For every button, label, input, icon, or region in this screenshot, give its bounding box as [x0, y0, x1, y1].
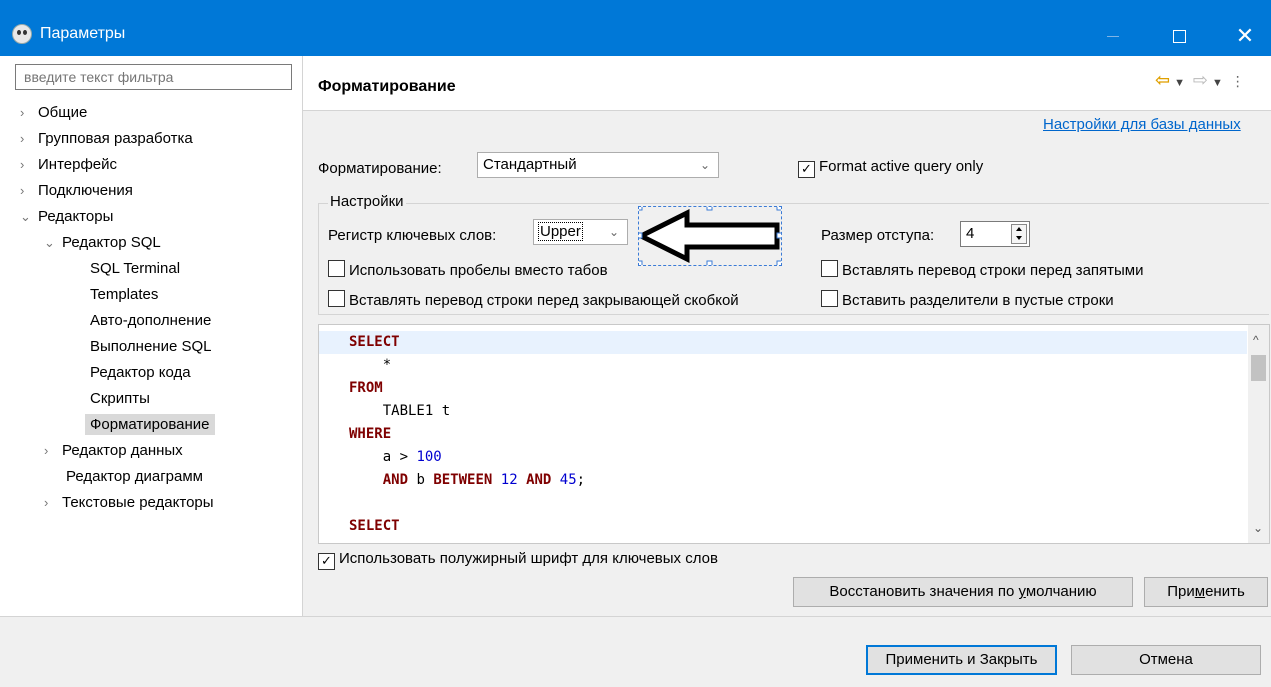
- code-line: SELECT: [349, 518, 400, 534]
- formatter-label: Форматирование:: [318, 160, 442, 177]
- code-line: a > 100: [349, 449, 442, 465]
- forward-dropdown-icon[interactable]: ▼: [1212, 77, 1223, 89]
- keyword-case-value: Upper: [538, 222, 583, 241]
- dialog-footer: Применить и Закрыть Отмена: [0, 616, 1271, 687]
- tree-item-sql-terminal[interactable]: SQL Terminal: [90, 256, 180, 282]
- code-line: SELECT: [349, 334, 400, 350]
- spinner-arrows-icon[interactable]: [1011, 224, 1027, 244]
- minimize-button[interactable]: [1090, 16, 1136, 56]
- tree-item-text-editors[interactable]: › Текстовые редакторы: [44, 490, 214, 516]
- view-menu-icon[interactable]: ⋮: [1231, 73, 1245, 90]
- code-line: *: [349, 357, 392, 373]
- indent-size-label: Размер отступа:: [821, 227, 935, 244]
- formatter-value: Стандартный: [483, 156, 577, 173]
- current-line-highlight: [319, 331, 1247, 354]
- newline-before-bracket-checkbox[interactable]: Вставлять перевод строки перед закрывающ…: [328, 290, 739, 309]
- code-line: FROM: [349, 380, 383, 396]
- forward-icon[interactable]: ⇨: [1193, 70, 1208, 91]
- keyword-case-label: Регистр ключевых слов:: [328, 227, 497, 244]
- code-line: TABLE1 t: [349, 403, 451, 419]
- apply-button[interactable]: Применить: [1144, 577, 1268, 607]
- chevron-down-icon: ⌄: [699, 158, 710, 172]
- apply-and-close-button[interactable]: Применить и Закрыть: [866, 645, 1057, 675]
- tree-item-sql-editor[interactable]: ⌄ Редактор SQL: [44, 230, 161, 256]
- check-icon: ✓: [318, 553, 335, 570]
- chevron-right-icon[interactable]: ›: [20, 178, 38, 204]
- tree-item-sql-execution[interactable]: Выполнение SQL: [90, 334, 212, 360]
- arrow-annotation: [635, 204, 783, 267]
- chevron-right-icon[interactable]: ›: [44, 490, 62, 516]
- scroll-down-icon[interactable]: ⌄: [1253, 521, 1263, 535]
- insert-separators-checkbox[interactable]: Вставить разделители в пустые строки: [821, 290, 1114, 309]
- indent-size-value: 4: [966, 225, 975, 242]
- tree-item-editors[interactable]: ⌄ Редакторы: [20, 204, 113, 230]
- scroll-up-icon[interactable]: ^: [1253, 333, 1259, 347]
- editor-scrollbar[interactable]: ^ ⌄: [1248, 325, 1269, 543]
- tree-item-data-editor[interactable]: › Редактор данных: [44, 438, 183, 464]
- page-header: Форматирование ⇦ ▼ ⇨ ▼ ⋮: [303, 56, 1271, 111]
- preferences-page: Форматирование ⇦ ▼ ⇨ ▼ ⋮ Настройки для баз…: [303, 56, 1271, 616]
- indent-size-spinner[interactable]: 4: [960, 221, 1030, 247]
- cancel-button[interactable]: Отмена: [1071, 645, 1261, 675]
- tree-item-team[interactable]: › Групповая разработка: [20, 126, 193, 152]
- chevron-down-icon[interactable]: ⌄: [44, 230, 62, 256]
- tree-item-diagram-editor[interactable]: Редактор диаграмм: [66, 464, 203, 490]
- chevron-right-icon[interactable]: ›: [44, 438, 62, 464]
- page-title: Форматирование: [318, 78, 456, 95]
- chevron-down-icon: ⌄: [608, 225, 619, 239]
- back-dropdown-icon[interactable]: ▼: [1174, 77, 1185, 89]
- tree-item-autocomplete[interactable]: Авто-дополнение: [90, 308, 211, 334]
- chevron-down-icon[interactable]: ⌄: [20, 204, 38, 230]
- preferences-sidebar: ›Общие ›Групповая разработка ›Интерфейс …: [0, 56, 303, 616]
- check-icon: ✓: [798, 161, 815, 178]
- tree-item-general[interactable]: › Общие: [20, 100, 87, 126]
- bold-keywords-checkbox[interactable]: ✓ Использовать полужирный шрифт для ключе…: [318, 550, 718, 570]
- app-icon: [12, 24, 32, 44]
- chevron-right-icon[interactable]: ›: [20, 126, 38, 152]
- formatter-select[interactable]: Стандартный ⌄: [477, 152, 719, 178]
- filter-input[interactable]: [15, 64, 292, 90]
- keyword-case-select[interactable]: Upper ⌄: [533, 219, 628, 245]
- left-arrow-icon: [635, 204, 783, 267]
- db-settings-link[interactable]: Настройки для базы данных: [1043, 116, 1241, 133]
- tree-item-templates[interactable]: Templates: [90, 282, 158, 308]
- history-nav: ⇦ ▼ ⇨ ▼ ⋮: [1155, 70, 1249, 91]
- chevron-right-icon[interactable]: ›: [20, 152, 38, 178]
- newline-before-comma-checkbox[interactable]: Вставлять перевод строки перед запятыми: [821, 260, 1144, 279]
- chevron-right-icon[interactable]: ›: [20, 100, 38, 126]
- close-button[interactable]: ✕: [1222, 16, 1268, 56]
- restore-defaults-button[interactable]: Восстановить значения по умолчанию: [793, 577, 1133, 607]
- tree-item-interface[interactable]: › Интерфейс: [20, 152, 117, 178]
- code-line: AND b BETWEEN 12 AND 45;: [382, 472, 586, 488]
- tree-item-code-editor[interactable]: Редактор кода: [90, 360, 191, 386]
- format-active-only-checkbox[interactable]: ✓ Format active query only: [798, 158, 983, 178]
- tree-item-connections[interactable]: › Подключения: [20, 178, 133, 204]
- sql-preview-editor[interactable]: SELECT * FROM TABLE1 t WHERE a > 100 AND…: [318, 324, 1270, 544]
- code-line: WHERE: [349, 426, 392, 442]
- tree-item-formatting[interactable]: Форматирование: [85, 412, 215, 438]
- use-spaces-checkbox[interactable]: Использовать пробелы вместо табов: [328, 260, 608, 279]
- maximize-button[interactable]: [1156, 16, 1202, 56]
- back-icon[interactable]: ⇦: [1155, 70, 1170, 91]
- scroll-thumb[interactable]: [1251, 355, 1266, 381]
- window-title: Параметры: [40, 25, 126, 42]
- settings-group-title: Настройки: [328, 193, 406, 210]
- tree-item-scripts[interactable]: Скрипты: [90, 386, 150, 412]
